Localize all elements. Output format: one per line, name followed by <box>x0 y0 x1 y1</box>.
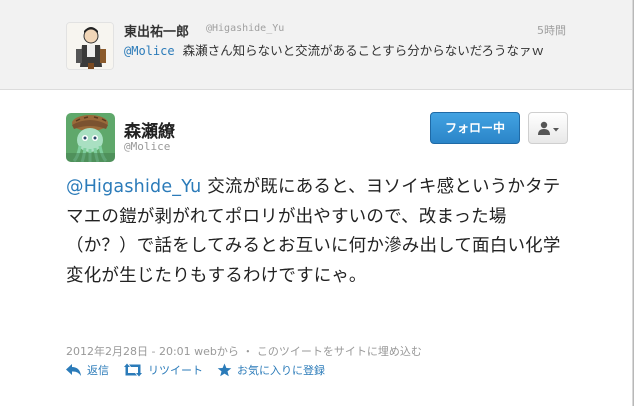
tweet-actions: 返信 リツイート お気に入りに登録 <box>66 360 339 380</box>
follow-button[interactable]: フォロー中 <box>430 112 520 144</box>
user-username[interactable]: @Molice <box>124 140 170 153</box>
parent-tweet: 東出祐一郎 @Higashide_Yu 5時間 @Molice 森瀬さん知らないと… <box>0 0 634 90</box>
retweet-action[interactable]: リツイート <box>123 362 203 378</box>
mention-link[interactable]: @Higashide_Yu <box>66 177 201 197</box>
user-dropdown-button[interactable] <box>528 112 568 144</box>
tweet-metadata[interactable]: 2012年2月28日 - 20:01 webから ・ このツイートをサイトに埋め… <box>66 343 422 359</box>
parent-tweet-text: @Molice 森瀬さん知らないと交流があることすら分からないだろうなァｗ <box>124 41 570 61</box>
user-fullname[interactable]: 森瀬繚 <box>124 117 175 142</box>
parent-username[interactable]: @Higashide_Yu <box>206 23 284 34</box>
reply-icon <box>66 364 81 376</box>
parent-mention-link[interactable]: @Molice <box>124 44 175 58</box>
retweet-icon <box>124 363 142 377</box>
cthulhu-detective-icon <box>66 113 115 162</box>
main-tweet: 森瀬繚 @Molice フォロー中 @Higashide_Yu 交流が既にあると… <box>0 91 634 406</box>
parent-avatar[interactable] <box>66 22 114 70</box>
star-icon <box>217 363 232 377</box>
parent-timestamp[interactable]: 5時間 <box>537 22 566 38</box>
tweet-text: @Higashide_Yu 交流が既にあると、ヨソイキ感というかタテマエの鎧が剥… <box>66 173 566 291</box>
user-avatar[interactable] <box>66 113 115 162</box>
retweet-label[interactable]: リツイート <box>148 362 203 378</box>
parent-text-body: 森瀬さん知らないと交流があることすら分からないだろうなァｗ <box>182 43 544 58</box>
character-illustration-icon <box>67 23 113 69</box>
reply-label[interactable]: 返信 <box>87 362 109 378</box>
person-dropdown-icon <box>538 121 559 135</box>
favorite-label[interactable]: お気に入りに登録 <box>237 362 325 378</box>
favorite-action[interactable]: お気に入りに登録 <box>217 362 325 378</box>
reply-action[interactable]: 返信 <box>66 362 109 378</box>
parent-fullname[interactable]: 東出祐一郎 <box>124 21 189 40</box>
